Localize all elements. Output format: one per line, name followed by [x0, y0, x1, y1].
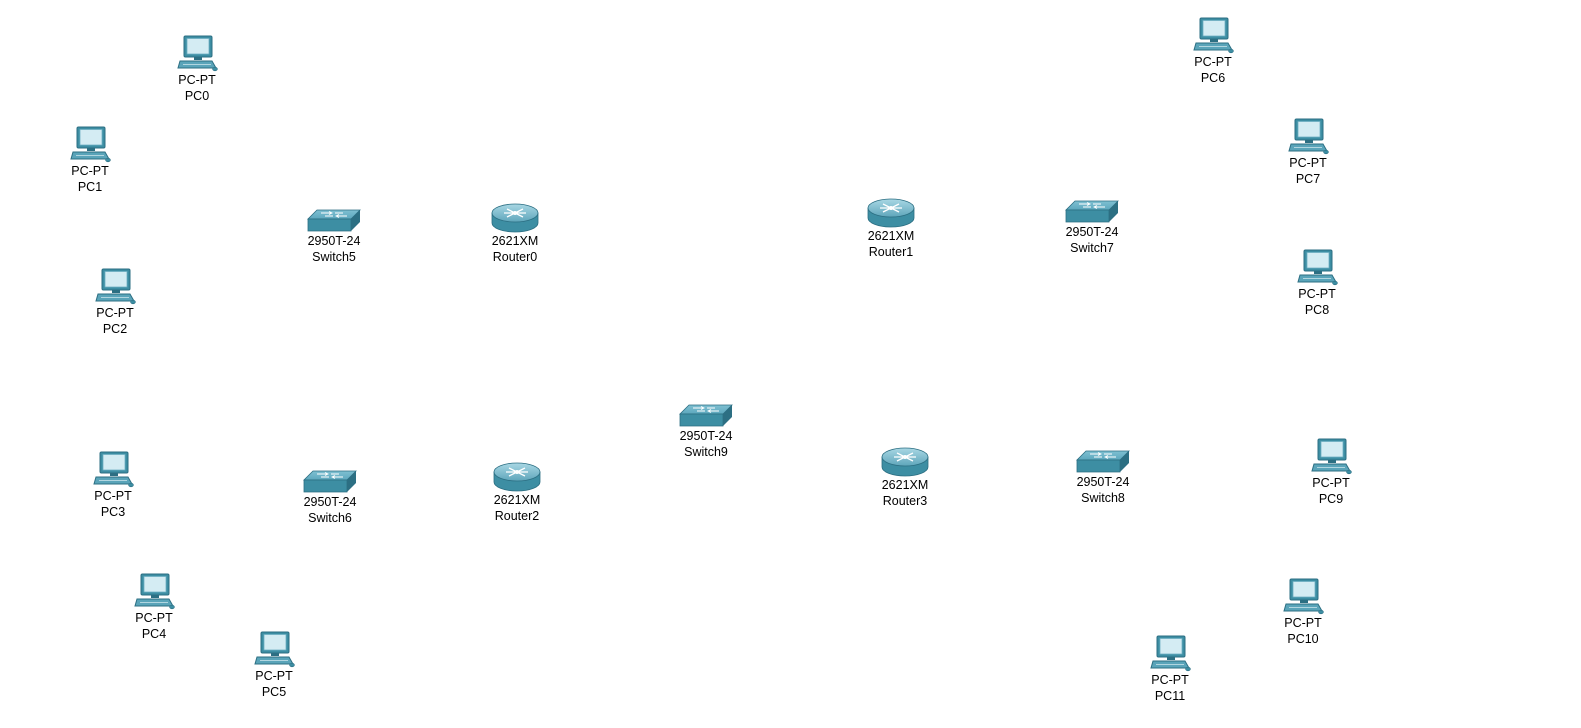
switch-icon — [1076, 450, 1130, 474]
device-switch5[interactable]: 2950T-24 Switch5 — [289, 209, 379, 265]
switch-icon — [307, 209, 361, 233]
pc-icon — [133, 573, 175, 610]
device-name-label: PC2 — [102, 322, 128, 336]
device-name-label: PC8 — [1304, 303, 1330, 317]
device-model-label: PC-PT — [135, 611, 173, 625]
router-icon — [493, 462, 541, 492]
device-pc0[interactable]: PC-PT PC0 — [152, 35, 242, 104]
device-name-label: PC4 — [141, 627, 167, 641]
device-name-label: Switch9 — [684, 445, 728, 459]
switch-icon — [303, 470, 357, 494]
router-icon — [881, 447, 929, 477]
pc-icon — [1192, 17, 1234, 54]
device-model-label: PC-PT — [1194, 55, 1232, 69]
pc-icon — [1149, 635, 1191, 672]
device-name-label: Router0 — [492, 250, 538, 264]
device-model-label: 2950T-24 — [1076, 475, 1130, 489]
device-model-label: PC-PT — [1284, 616, 1322, 630]
device-name-label: PC6 — [1200, 71, 1226, 85]
pc-icon — [69, 126, 111, 163]
device-model-label: PC-PT — [1312, 476, 1350, 490]
device-name-label: PC5 — [261, 685, 287, 699]
device-model-label: 2621XM — [493, 493, 541, 507]
device-switch6[interactable]: 2950T-24 Switch6 — [285, 470, 375, 526]
device-model-label: PC-PT — [71, 164, 109, 178]
device-pc3[interactable]: PC-PT PC3 — [68, 451, 158, 520]
switch-icon — [679, 404, 733, 428]
device-pc10[interactable]: PC-PT PC10 — [1258, 578, 1348, 647]
device-name-label: Switch6 — [308, 511, 352, 525]
pc-icon — [1287, 118, 1329, 155]
pc-icon — [253, 631, 295, 668]
device-pc7[interactable]: PC-PT PC7 — [1263, 118, 1353, 187]
device-model-label: PC-PT — [94, 489, 132, 503]
device-name-label: PC0 — [184, 89, 210, 103]
pc-icon — [94, 268, 136, 305]
pc-icon — [92, 451, 134, 488]
device-name-label: Router3 — [882, 494, 928, 508]
pc-icon — [1282, 578, 1324, 615]
device-name-label: PC7 — [1295, 172, 1321, 186]
device-switch8[interactable]: 2950T-24 Switch8 — [1058, 450, 1148, 506]
device-pc11[interactable]: PC-PT PC11 — [1125, 635, 1215, 704]
device-name-label: Switch8 — [1081, 491, 1125, 505]
device-name-label: Router2 — [494, 509, 540, 523]
device-model-label: 2621XM — [867, 229, 915, 243]
device-model-label: PC-PT — [96, 306, 134, 320]
device-name-label: PC11 — [1154, 689, 1186, 703]
device-model-label: 2621XM — [881, 478, 929, 492]
device-name-label: PC9 — [1318, 492, 1344, 506]
device-model-label: 2950T-24 — [307, 234, 361, 248]
device-name-label: Switch7 — [1070, 241, 1114, 255]
topology-workspace[interactable]: PC-PT PC0 PC-PT PC1 PC-PT PC2 PC-PT PC3 … — [0, 0, 1581, 728]
device-model-label: 2950T-24 — [303, 495, 357, 509]
device-pc4[interactable]: PC-PT PC4 — [109, 573, 199, 642]
device-model-label: PC-PT — [178, 73, 216, 87]
device-router3[interactable]: 2621XM Router3 — [860, 447, 950, 509]
device-model-label: 2950T-24 — [1065, 225, 1119, 239]
device-pc6[interactable]: PC-PT PC6 — [1168, 17, 1258, 86]
switch-icon — [1065, 200, 1119, 224]
device-name-label: Switch5 — [312, 250, 356, 264]
pc-icon — [176, 35, 218, 72]
device-router2[interactable]: 2621XM Router2 — [472, 462, 562, 524]
router-icon — [867, 198, 915, 228]
device-switch7[interactable]: 2950T-24 Switch7 — [1047, 200, 1137, 256]
device-pc9[interactable]: PC-PT PC9 — [1286, 438, 1376, 507]
device-pc5[interactable]: PC-PT PC5 — [229, 631, 319, 700]
device-name-label: PC1 — [77, 180, 103, 194]
device-name-label: PC3 — [100, 505, 126, 519]
device-router0[interactable]: 2621XM Router0 — [470, 203, 560, 265]
device-pc2[interactable]: PC-PT PC2 — [70, 268, 160, 337]
pc-icon — [1296, 249, 1338, 286]
device-name-label: Router1 — [868, 245, 914, 259]
device-pc8[interactable]: PC-PT PC8 — [1272, 249, 1362, 318]
device-model-label: PC-PT — [1298, 287, 1336, 301]
device-model-label: 2950T-24 — [679, 429, 733, 443]
device-model-label: PC-PT — [1289, 156, 1327, 170]
device-name-label: PC10 — [1287, 632, 1319, 646]
device-model-label: PC-PT — [1151, 673, 1189, 687]
router-icon — [491, 203, 539, 233]
pc-icon — [1310, 438, 1352, 475]
device-router1[interactable]: 2621XM Router1 — [846, 198, 936, 260]
device-model-label: 2621XM — [491, 234, 539, 248]
device-switch9[interactable]: 2950T-24 Switch9 — [661, 404, 751, 460]
device-model-label: PC-PT — [255, 669, 293, 683]
device-pc1[interactable]: PC-PT PC1 — [45, 126, 135, 195]
